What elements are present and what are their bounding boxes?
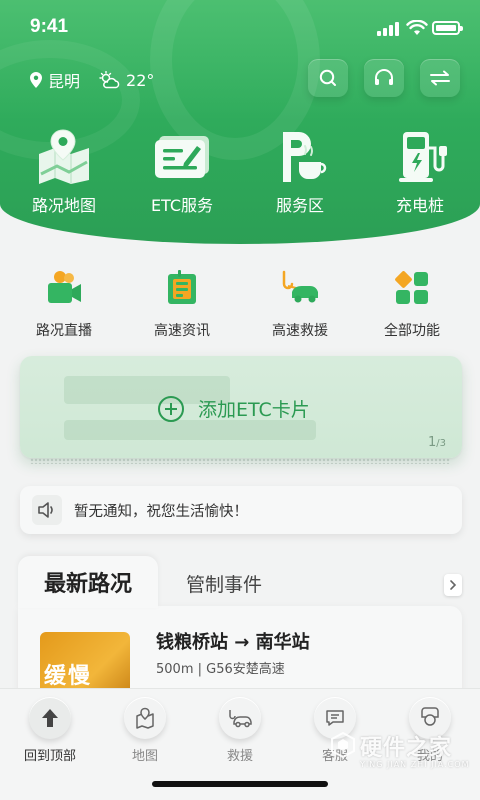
tow-truck-icon: [282, 270, 318, 303]
nav-label: 救援: [226, 749, 253, 764]
nav-label: 地图: [131, 749, 158, 764]
quick-entry-service-area[interactable]: 服务区: [240, 128, 360, 216]
function-label: 全部功能: [384, 323, 440, 339]
city-name: 昆明: [48, 72, 81, 91]
status-bar: 9:41: [0, 0, 480, 56]
nav-map[interactable]: 地图: [97, 697, 193, 764]
plus-circle-icon: [158, 395, 184, 422]
card-placeholder: [64, 420, 316, 440]
add-etc-card-label: 添加ETC卡片: [198, 399, 310, 421]
nav-back-to-top[interactable]: 回到顶部: [2, 697, 98, 764]
etc-card-icon: [155, 136, 209, 178]
signal-icon: [377, 22, 399, 36]
function-all-features[interactable]: 全部功能: [352, 268, 472, 340]
quick-entry-label: ETC服务: [150, 196, 214, 215]
location-weather[interactable]: 昆明 22°: [30, 68, 154, 92]
etc-card[interactable]: 添加ETC卡片 1/3: [20, 356, 462, 458]
location-pin-icon: [30, 72, 42, 88]
notice-bar[interactable]: 暂无通知，祝您生活愉快！: [20, 486, 462, 534]
tab-control-events[interactable]: 管制事件: [186, 570, 262, 597]
watermark-logo-icon: [331, 732, 355, 758]
customer-service-button[interactable]: [364, 59, 404, 97]
search-button[interactable]: [308, 59, 348, 97]
battery-icon: [432, 21, 463, 35]
arrow-up-icon: [42, 709, 58, 727]
quick-entry-label: 路况地图: [31, 196, 96, 215]
quick-entry-label: 充电桩: [395, 196, 444, 215]
add-etc-card-button[interactable]: 添加ETC卡片: [158, 395, 310, 422]
function-highway-rescue[interactable]: 高速救援: [240, 268, 360, 340]
profile-icon: [421, 707, 439, 726]
card-pager: 1/3: [428, 435, 446, 450]
service-area-icon: [283, 132, 327, 182]
search-icon: [319, 69, 336, 86]
function-road-live[interactable]: 路况直播: [4, 268, 124, 340]
quick-entry-label: 服务区: [275, 196, 324, 215]
video-camera-icon: [48, 271, 81, 303]
speaker-icon: [32, 495, 62, 525]
quick-entry-etc-service[interactable]: ETC服务: [122, 128, 242, 216]
quick-entry-road-map[interactable]: 路况地图: [4, 128, 124, 216]
home-indicator: [152, 781, 328, 787]
function-label: 路况直播: [36, 323, 92, 339]
congestion-tag: 缓慢: [44, 664, 93, 689]
tab-latest-traffic[interactable]: 最新路况: [18, 556, 158, 608]
card-page-total: /3: [436, 438, 446, 449]
notice-text: 暂无通知，祝您生活愉快！: [74, 503, 248, 520]
function-highway-news[interactable]: 高速资讯: [122, 268, 242, 340]
charging-pile-icon: [399, 132, 447, 182]
temperature: 22°: [126, 70, 155, 90]
partly-cloudy-icon: [99, 71, 120, 89]
news-title[interactable]: 钱粮桥站 → 南华站: [156, 628, 310, 654]
nav-rescue[interactable]: 救援: [192, 697, 288, 764]
grid-icon: [395, 271, 428, 304]
switch-icon: [430, 70, 450, 86]
rescue-icon: [229, 710, 252, 728]
map-icon: [136, 707, 154, 729]
headset-icon: [375, 69, 393, 85]
watermark-name: 硬件之家: [360, 736, 453, 761]
map-icon: [39, 129, 89, 184]
news-subtitle: 500m | G56安楚高速: [156, 662, 285, 677]
wifi-icon: [406, 20, 428, 35]
function-label: 高速资讯: [154, 323, 210, 339]
quick-entry-charging-pile[interactable]: 充电桩: [360, 128, 480, 216]
switch-button[interactable]: [420, 59, 460, 97]
watermark-url: YING JIAN ZHI JIA.COM: [360, 760, 470, 769]
watermark: 硬件之家 YING JIAN ZHI JIA.COM: [330, 728, 476, 772]
more-button[interactable]: [444, 574, 462, 596]
news-icon: [168, 270, 196, 304]
chevron-right-icon: [450, 580, 457, 590]
card-stack-shadow: [30, 458, 450, 464]
function-label: 高速救援: [272, 323, 328, 339]
status-time: 9:41: [30, 16, 69, 37]
chat-icon: [326, 710, 344, 726]
nav-label: 回到顶部: [23, 749, 76, 764]
